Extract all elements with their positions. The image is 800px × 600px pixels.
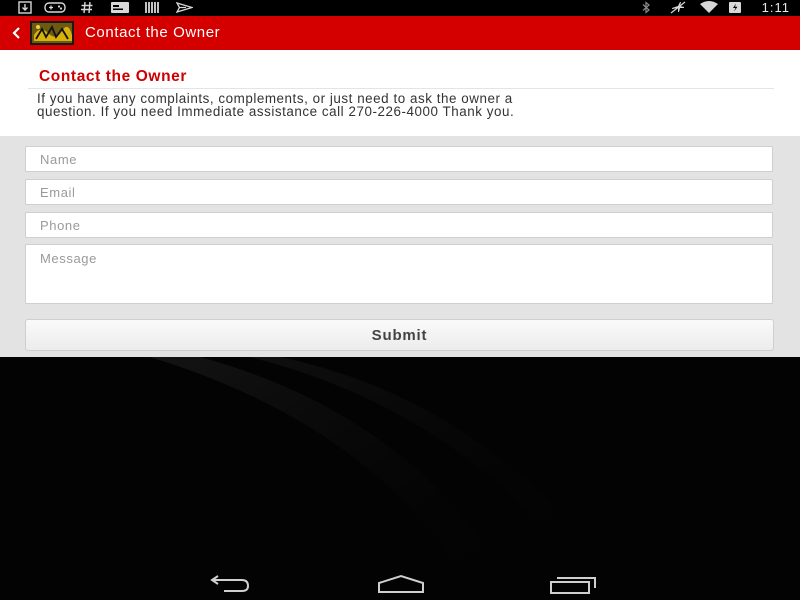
status-time: 1:11 [761,0,790,15]
battery-icon [729,2,741,13]
page-title: Contact the Owner [39,68,187,85]
heading-divider [28,88,774,89]
wallpaper [0,357,800,600]
message-field [25,244,773,304]
phone-input[interactable] [26,213,772,237]
back-nav-icon[interactable] [204,574,254,594]
message-input[interactable] [26,245,772,303]
submit-button[interactable]: Submit [25,319,774,351]
app-bar-title: Contact the Owner [85,24,221,41]
email-input[interactable] [26,180,772,204]
barcode-icon [145,2,159,13]
content-panel: Contact the Owner If you have any compla… [0,50,800,362]
intro-line-2: question. If you need Immediate assistan… [37,104,515,119]
bluetooth-icon [642,1,650,14]
airplane-mute-icon [670,1,686,14]
phone-field [25,212,773,238]
home-nav-icon[interactable] [376,574,426,594]
nav-bar [0,566,800,600]
back-arrow-icon[interactable] [9,25,25,41]
intro-text: If you have any complaints, complements,… [37,92,777,118]
app-screen: 1:11 Contact the Owner Contact the Owner… [0,0,800,600]
recents-nav-icon[interactable] [548,574,598,594]
send-icon [176,2,193,13]
gamepad-icon [44,2,66,13]
app-logo [30,21,74,45]
app-bar: Contact the Owner [0,16,800,50]
download-icon [18,1,32,14]
name-field [25,146,773,172]
wifi-icon [700,1,718,13]
status-bar: 1:11 [0,0,800,16]
hashtag-icon [81,1,93,14]
name-input[interactable] [26,147,772,171]
email-field [25,179,773,205]
card-icon [111,2,129,13]
